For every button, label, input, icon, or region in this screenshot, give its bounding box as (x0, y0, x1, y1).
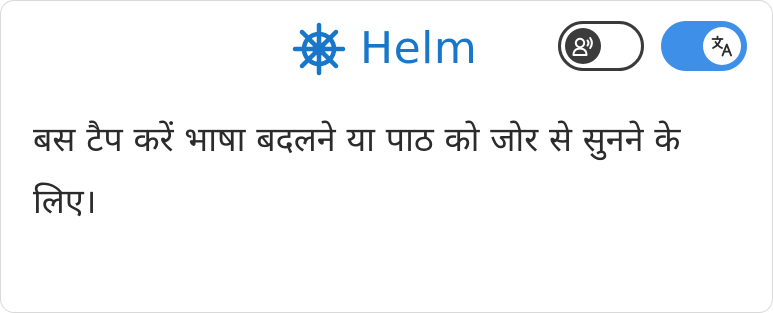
brand-name: Helm (360, 23, 478, 74)
popup-card: Helm बस टैप करें भाषा बदलने या पाठ को जो… (0, 0, 773, 313)
translate-toggle[interactable] (661, 21, 747, 71)
brand-logo: Helm (292, 19, 477, 79)
ship-wheel-icon (292, 22, 346, 76)
read-aloud-toggle-knob (565, 28, 601, 64)
read-aloud-toggle[interactable] (558, 21, 644, 71)
instruction-text: बस टैप करें भाषा बदलने या पाठ को जोर से … (33, 120, 681, 222)
header: Helm (1, 1, 772, 101)
translate-icon (711, 35, 732, 57)
speaking-head-icon (572, 37, 593, 56)
translate-toggle-knob (703, 27, 741, 65)
